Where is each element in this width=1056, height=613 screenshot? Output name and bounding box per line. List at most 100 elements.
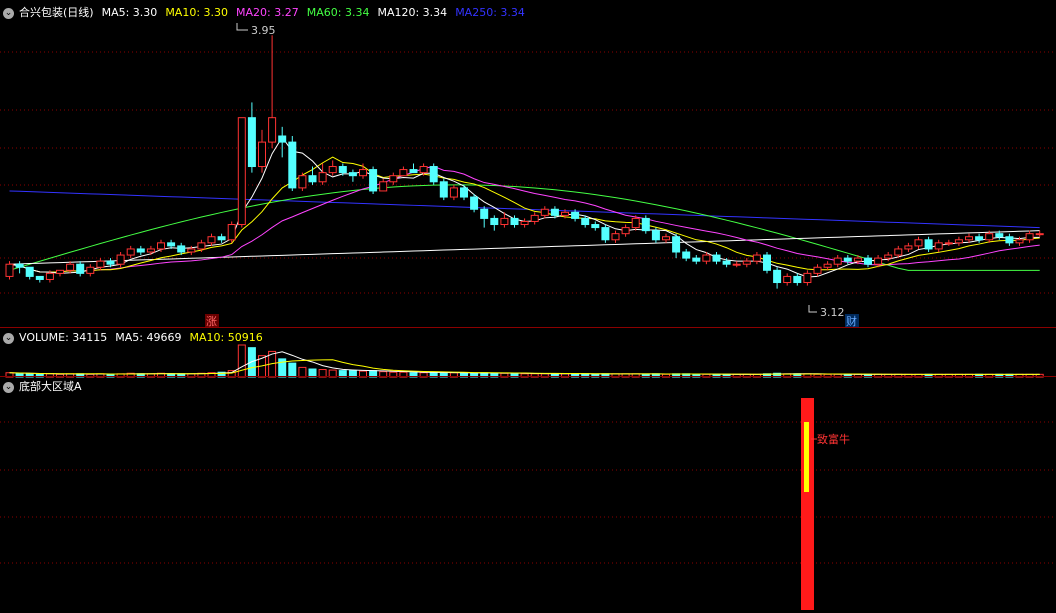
candle-body: [995, 233, 1004, 238]
candle-body: [278, 135, 287, 143]
candle-body: [550, 208, 559, 216]
volume-ma-lines: [9, 351, 1040, 375]
candle: [217, 233, 226, 243]
volume-ma5-line: [9, 351, 1040, 375]
candle: [66, 261, 75, 274]
candle: [268, 35, 277, 149]
candle-body: [268, 117, 277, 143]
chart-grid: [0, 51, 1056, 564]
candle-body: [379, 181, 388, 192]
candle-body: [187, 248, 196, 253]
candle-body: [116, 254, 125, 265]
candle-body: [247, 117, 256, 168]
candle-body: [682, 251, 691, 259]
candle-body: [530, 214, 539, 222]
candle-body: [864, 257, 872, 265]
candle: [793, 273, 802, 286]
candle: [25, 266, 34, 280]
candle-body: [470, 196, 479, 210]
candle: [439, 178, 448, 201]
main-chart-legend: ⌄ 合兴包装(日线) MA5: 3.30 MA10: 3.30 MA20: 3.…: [0, 5, 525, 21]
candle-body: [66, 263, 75, 271]
candle-body: [793, 275, 802, 284]
candle-body: [540, 208, 549, 216]
candle-body: [126, 248, 135, 256]
volume-legend: ⌄ VOLUME: 34115 MA5: 49669 MA10: 50916: [0, 330, 263, 346]
candle-body: [167, 242, 176, 247]
candle: [672, 233, 681, 259]
candle-body: [914, 239, 923, 247]
volume-ma10-line: [9, 359, 1040, 375]
zhang-badge-text: 涨: [206, 315, 217, 328]
candle-body: [480, 208, 489, 219]
candle-body: [884, 254, 893, 259]
candle: [742, 258, 751, 268]
candle: [298, 172, 307, 191]
candle-body: [742, 260, 751, 265]
candle-body: [409, 169, 418, 174]
candle: [530, 212, 539, 225]
ma120-legend: MA120: 3.34: [377, 6, 448, 19]
candle: [207, 233, 216, 246]
candle: [641, 215, 650, 234]
candle: [621, 224, 630, 237]
volume-bar: [237, 344, 246, 378]
candle: [136, 245, 145, 256]
candle-body: [15, 263, 24, 268]
candle-body: [702, 254, 711, 262]
chevron-down-icon[interactable]: ⌄: [3, 332, 14, 344]
candle-body: [510, 217, 519, 226]
candle-body: [965, 236, 973, 241]
candle-body: [86, 266, 95, 274]
candle: [348, 169, 357, 182]
candle: [278, 126, 287, 158]
candle-body: [783, 275, 792, 284]
candle: [833, 255, 842, 268]
candle-body: [631, 217, 640, 229]
candle: [449, 184, 458, 201]
volume-value: VOLUME: 34115: [19, 331, 108, 344]
candle: [237, 117, 246, 228]
zhang-badge: 涨: [205, 314, 219, 328]
candle-body: [460, 187, 468, 198]
candle-body: [1035, 233, 1044, 236]
indicator-legend: ⌄ 底部大区域A: [0, 379, 82, 395]
stock-title: 合兴包装(日线): [19, 6, 94, 19]
candle: [904, 242, 913, 252]
candle-body: [439, 181, 448, 198]
candle: [318, 163, 327, 185]
chevron-down-icon[interactable]: ⌄: [3, 381, 14, 393]
indicator-title: 底部大区域A: [19, 380, 82, 393]
candle-body: [803, 272, 812, 284]
candle-body: [76, 263, 85, 274]
candle: [954, 236, 963, 246]
candle-body: [561, 211, 569, 216]
candle: [126, 245, 135, 259]
low-label: 3.12: [820, 306, 845, 319]
candle-body: [520, 220, 529, 226]
candle: [763, 252, 771, 274]
candle-body: [581, 217, 590, 226]
candle: [914, 236, 923, 249]
candle-body: [237, 117, 246, 226]
candle: [864, 255, 872, 268]
candle-body: [843, 257, 852, 262]
candle: [1035, 230, 1044, 237]
candle-body: [197, 242, 206, 250]
candle: [611, 230, 620, 243]
candle-body: [348, 172, 357, 177]
candle-body: [944, 242, 953, 245]
candle-body: [712, 254, 721, 262]
candle-body: [763, 254, 771, 271]
candle: [975, 233, 984, 243]
candle-body: [500, 217, 509, 226]
ma20-legend: MA20: 3.27: [236, 6, 299, 19]
candle-body: [45, 272, 54, 280]
candle-body: [1015, 239, 1024, 244]
candle: [752, 252, 761, 265]
candle-body: [874, 257, 883, 265]
candle: [490, 215, 499, 231]
chevron-down-icon[interactable]: ⌄: [3, 7, 14, 19]
candle: [470, 194, 479, 213]
candle: [369, 166, 378, 194]
